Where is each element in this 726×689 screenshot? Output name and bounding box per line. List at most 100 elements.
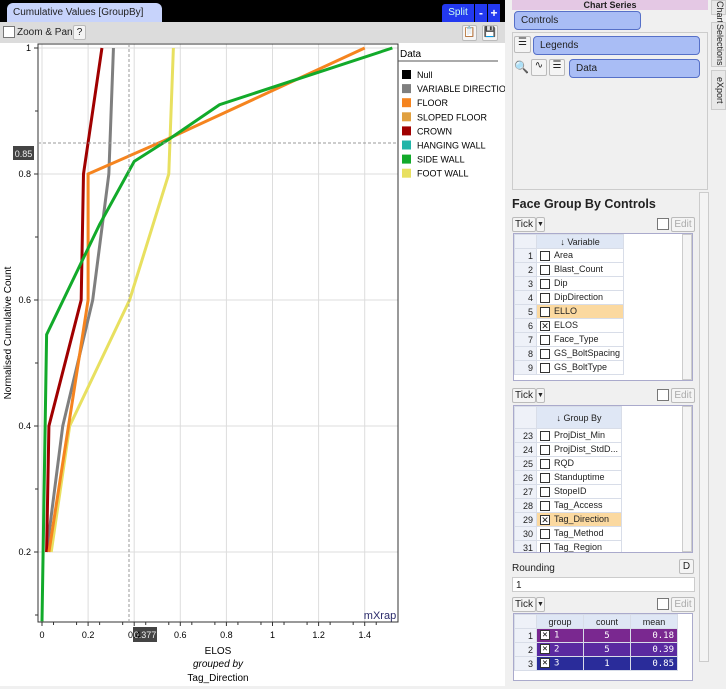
table-row[interactable]: 31 Tag_Region — [514, 540, 623, 552]
group-cell[interactable]: ✕ 3 — [536, 656, 584, 671]
edit-button[interactable]: Edit — [671, 217, 695, 232]
row-cell[interactable]: Blast_Count — [535, 262, 625, 277]
legend-entry[interactable]: FOOT WALL — [417, 169, 469, 179]
row-checkbox[interactable] — [540, 292, 550, 303]
groups-header-count[interactable]: count — [583, 614, 631, 629]
table-row[interactable]: 30 Tag_Method — [514, 526, 623, 541]
groups-header-mean[interactable]: mean — [630, 614, 678, 629]
table-row[interactable]: 8 GS_BoltSpacing — [514, 346, 625, 361]
group-checkbox[interactable]: ✕ — [540, 630, 550, 641]
group-row[interactable]: 1 ✕ 1 5 0.18 — [514, 628, 678, 643]
cumulative-chart[interactable]: 0.85 0.377 0 0.2 0.4 0.6 0.8 1 1.2 1.40.20.40.6… — [0, 43, 512, 686]
tick-dropdown-2[interactable]: ▼ — [536, 388, 545, 403]
group-row[interactable]: 2 ✕ 2 5 0.39 — [514, 642, 678, 657]
legend-entry[interactable]: VARIABLE DIRECTION — [417, 84, 512, 94]
table-row[interactable]: 27 StopeID — [514, 484, 623, 499]
list-icon[interactable]: ☰ — [514, 36, 531, 53]
legend-entry[interactable]: SIDE WALL — [417, 155, 465, 165]
row-cell[interactable]: Area — [535, 248, 625, 263]
row-cell[interactable]: ELLO — [535, 304, 625, 319]
split-button[interactable]: Split — [442, 4, 474, 22]
row-checkbox[interactable] — [540, 250, 550, 261]
panel-scrollbar[interactable] — [699, 192, 709, 662]
variable-table[interactable]: ↓ Variable 1 Area 2 Blast_Count 3 Dip 4 DipDirec… — [513, 233, 693, 381]
legend-entry[interactable]: FLOOR — [417, 98, 449, 108]
row-checkbox[interactable]: ✕ — [540, 514, 550, 525]
groupby-scrollbar[interactable] — [682, 406, 692, 552]
table-row[interactable]: 9 GS_BoltType — [514, 360, 625, 375]
row-cell[interactable]: Tag_Region — [535, 540, 623, 552]
line-chart-icon[interactable]: ∿ — [531, 59, 547, 76]
group-cell[interactable]: ✕ 2 — [536, 642, 584, 657]
rounding-input[interactable]: 1 — [512, 577, 695, 592]
row-cell[interactable]: ✕ ELOS — [535, 318, 625, 333]
group-checkbox[interactable]: ✕ — [540, 658, 550, 669]
legends-button[interactable]: Legends — [533, 36, 700, 55]
clipboard-icon[interactable]: 📋 — [462, 25, 477, 41]
table-row[interactable]: 6 ✕ ELOS — [514, 318, 625, 333]
rounding-d-button[interactable]: D — [679, 559, 694, 574]
table-row[interactable]: 5 ELLO — [514, 304, 625, 319]
row-cell[interactable]: RQD — [535, 456, 623, 471]
list-icon[interactable]: ☰ — [549, 59, 565, 76]
help-button[interactable]: ? — [73, 25, 86, 40]
table-row[interactable]: 7 Face_Type — [514, 332, 625, 347]
table-row[interactable]: 1 Area — [514, 248, 625, 263]
tick-button-2[interactable]: Tick — [512, 388, 536, 403]
row-checkbox[interactable] — [540, 430, 550, 441]
tick-dropdown[interactable]: ▼ — [536, 217, 545, 232]
legend-entry[interactable]: HANGING WALL — [417, 141, 486, 151]
row-cell[interactable]: StopeID — [535, 484, 623, 499]
row-checkbox[interactable] — [540, 500, 550, 511]
row-cell[interactable]: Tag_Access — [535, 498, 623, 513]
row-checkbox[interactable] — [540, 334, 550, 345]
side-tab-selections[interactable]: Selections — [711, 22, 726, 67]
row-cell[interactable]: ProjDist_StdD... — [535, 442, 623, 457]
table-row[interactable]: 28 Tag_Access — [514, 498, 623, 513]
group-checkbox[interactable]: ✕ — [540, 644, 550, 655]
controls-button[interactable]: Controls — [514, 11, 641, 30]
edit-checkbox-2[interactable] — [657, 389, 669, 401]
table-row[interactable]: 29 ✕ Tag_Direction — [514, 512, 623, 527]
tick-button[interactable]: Tick — [512, 217, 536, 232]
tick-button-3[interactable]: Tick — [512, 597, 536, 612]
row-cell[interactable]: Tag_Method — [535, 526, 623, 541]
row-cell[interactable]: GS_BoltType — [535, 360, 625, 375]
row-checkbox[interactable] — [540, 362, 550, 373]
row-checkbox[interactable] — [540, 278, 550, 289]
row-checkbox[interactable] — [540, 264, 550, 275]
table-row[interactable]: 4 DipDirection — [514, 290, 625, 305]
edit-button-3[interactable]: Edit — [671, 597, 695, 612]
plus-button[interactable]: + — [488, 4, 500, 22]
edit-checkbox[interactable] — [657, 218, 669, 230]
row-checkbox[interactable]: ✕ — [540, 320, 550, 331]
series-line-side-wall[interactable] — [40, 46, 393, 622]
row-checkbox[interactable] — [540, 542, 550, 552]
legend-entry[interactable]: Null — [417, 70, 433, 80]
legend-entry[interactable]: CROWN — [417, 126, 452, 136]
row-cell[interactable]: Standuptime — [535, 470, 623, 485]
row-cell[interactable]: DipDirection — [535, 290, 625, 305]
row-checkbox[interactable] — [540, 444, 550, 455]
tick-dropdown-3[interactable]: ▼ — [536, 597, 545, 612]
minus-button[interactable]: - — [475, 4, 487, 22]
row-cell[interactable]: ProjDist_Min — [535, 428, 623, 443]
row-cell[interactable]: Dip — [535, 276, 625, 291]
variable-scrollbar[interactable] — [682, 234, 692, 380]
data-button[interactable]: Data — [569, 59, 700, 78]
row-cell[interactable]: GS_BoltSpacing — [535, 346, 625, 361]
table-row[interactable]: 25 RQD — [514, 456, 623, 471]
row-cell[interactable]: ✕ Tag_Direction — [535, 512, 623, 527]
search-icon[interactable]: 🔍 — [514, 60, 529, 74]
groupby-table[interactable]: ↓ Group By 23 ProjDist_Min 24 ProjDist_StdD.… — [513, 405, 693, 553]
edit-checkbox-3[interactable] — [657, 598, 669, 610]
save-icon[interactable]: 💾 — [482, 25, 498, 41]
group-row[interactable]: 3 ✕ 3 1 0.85 — [514, 656, 678, 671]
group-cell[interactable]: ✕ 1 — [536, 628, 584, 643]
table-row[interactable]: 3 Dip — [514, 276, 625, 291]
table-row[interactable]: 2 Blast_Count — [514, 262, 625, 277]
zoom-pan-checkbox[interactable] — [3, 26, 15, 38]
row-checkbox[interactable] — [540, 528, 550, 539]
row-checkbox[interactable] — [540, 472, 550, 483]
row-checkbox[interactable] — [540, 486, 550, 497]
